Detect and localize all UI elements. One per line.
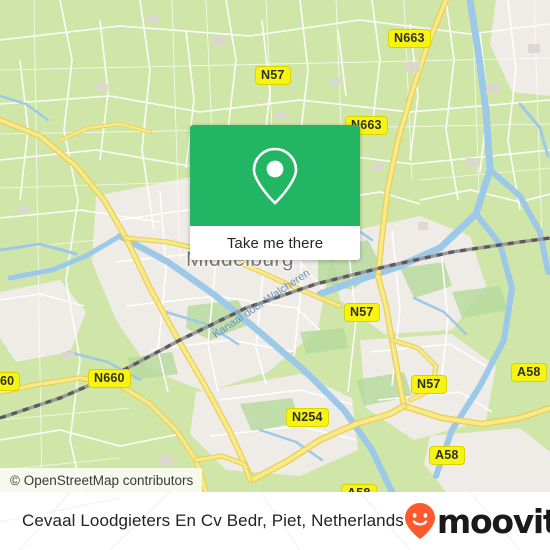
moovit-wordmark: moovit bbox=[436, 501, 550, 541]
map-share-card: Kanaal door Walcheren Middelburg N663 N5… bbox=[0, 0, 550, 550]
callout-icon-panel bbox=[190, 125, 360, 226]
road-shield-a58-center: A58 bbox=[429, 446, 465, 465]
moovit-smiley-pin-icon bbox=[404, 502, 436, 540]
road-shield-n254: N254 bbox=[286, 408, 329, 427]
road-shield-n660: N660 bbox=[88, 369, 131, 388]
take-me-there-label: Take me there bbox=[226, 234, 324, 252]
page-title: Cevaal Loodgieters En Cv Bedr, Piet, Net… bbox=[22, 511, 404, 530]
take-me-there-callout[interactable]: Take me there bbox=[190, 125, 360, 260]
road-shield-n663-north: N663 bbox=[388, 29, 431, 48]
road-shield-n660-clipped: 60 bbox=[0, 372, 21, 391]
road-shield-a58-south: A58 bbox=[341, 484, 377, 492]
callout-cta-bar[interactable]: Take me there bbox=[190, 226, 360, 260]
map-pin-icon bbox=[190, 125, 360, 226]
footer-bar: Cevaal Loodgieters En Cv Bedr, Piet, Net… bbox=[0, 492, 550, 550]
road-shield-a58-east: A58 bbox=[511, 363, 547, 382]
road-shield-n57-northwest: N57 bbox=[255, 66, 291, 85]
attribution-text: © OpenStreetMap contributors bbox=[10, 472, 194, 488]
road-shield-n57-south: N57 bbox=[411, 375, 447, 394]
moovit-logo[interactable]: moovit bbox=[404, 502, 550, 540]
map-view[interactable]: Kanaal door Walcheren Middelburg N663 N5… bbox=[0, 0, 550, 492]
map-attribution[interactable]: © OpenStreetMap contributors bbox=[0, 468, 203, 492]
road-shield-n57-center: N57 bbox=[344, 303, 380, 322]
